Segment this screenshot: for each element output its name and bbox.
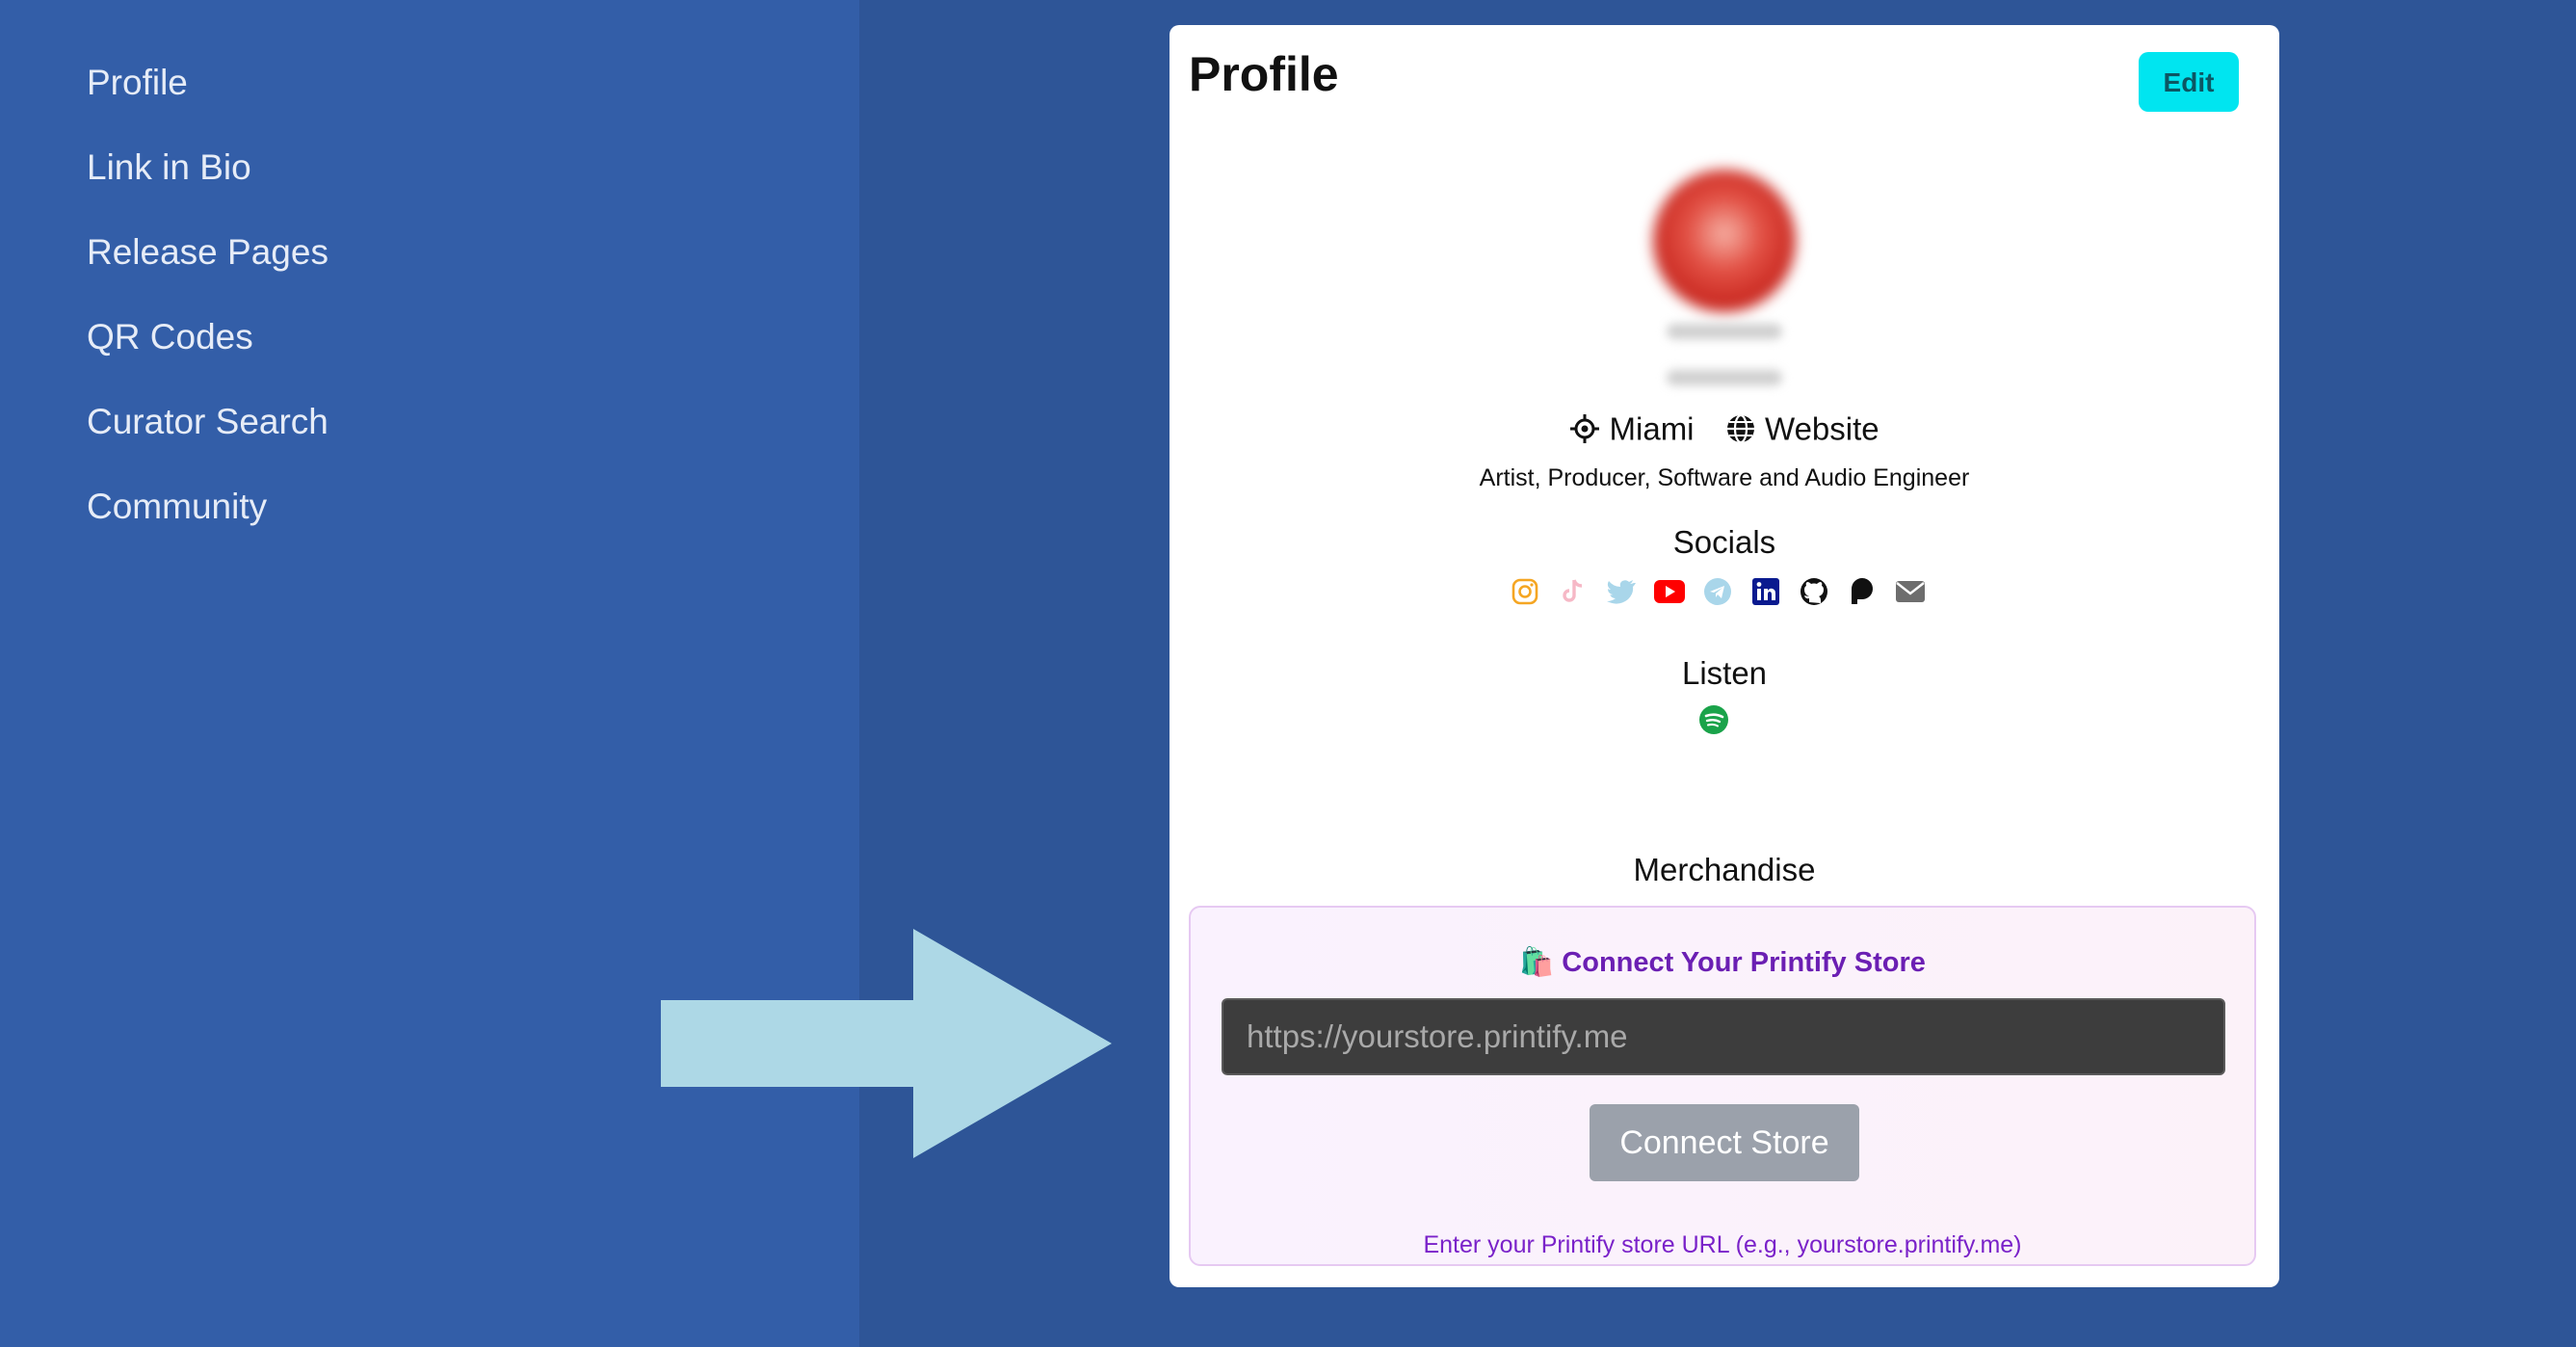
sidebar-item-link-in-bio[interactable]: Link in Bio: [87, 141, 329, 225]
listen-heading: Listen: [1681, 655, 1768, 691]
twitter-icon[interactable]: [1605, 575, 1638, 608]
listen-row: [1697, 703, 1746, 740]
sidebar-item-community[interactable]: Community: [87, 480, 329, 565]
sidebar-nav: Profile Link in Bio Release Pages QR Cod…: [87, 56, 329, 565]
bio-text: Artist, Producer, Software and Audio Eng…: [1479, 464, 1970, 491]
app-page: Profile Link in Bio Release Pages QR Cod…: [0, 0, 2576, 1347]
merchandise-heading: Merchandise: [1633, 852, 1816, 887]
linkedin-icon[interactable]: [1749, 575, 1782, 608]
connect-store-button[interactable]: Connect Store: [1590, 1104, 1859, 1181]
location-website-row: Miami Website: [1170, 409, 2279, 447]
globe-icon[interactable]: [1725, 413, 1756, 444]
socials-row: [1509, 572, 1942, 611]
sidebar-item-curator-search[interactable]: Curator Search: [87, 395, 329, 480]
profile-card: Profile Edit Miami Website Artist, Produ…: [1170, 25, 2279, 1287]
blurred-display-name: [1667, 324, 1782, 339]
page-title: Profile: [1189, 47, 1339, 101]
printify-connect-panel: 🛍️ Connect Your Printify Store Connect S…: [1189, 906, 2256, 1266]
location-label: Miami: [1609, 410, 1695, 447]
socials-heading: Socials: [1672, 524, 1776, 560]
patreon-icon[interactable]: [1846, 575, 1879, 608]
tiktok-icon[interactable]: [1557, 575, 1590, 608]
printify-title: 🛍️ Connect Your Printify Store: [1191, 946, 2254, 979]
printify-store-url-input[interactable]: [1222, 998, 2225, 1075]
printify-hint-text: Enter your Printify store URL (e.g., you…: [1423, 1231, 2022, 1258]
pointer-arrow-icon: [661, 929, 1112, 1158]
sidebar-item-release-pages[interactable]: Release Pages: [87, 225, 329, 310]
shopping-bags-icon: 🛍️: [1519, 947, 1555, 978]
edit-button[interactable]: Edit: [2139, 52, 2239, 112]
email-icon[interactable]: [1894, 575, 1927, 608]
blurred-username: [1667, 370, 1782, 385]
sidebar-item-profile[interactable]: Profile: [87, 56, 329, 141]
sidebar-item-qr-codes[interactable]: QR Codes: [87, 310, 329, 395]
instagram-icon[interactable]: [1509, 575, 1541, 608]
avatar: [1653, 170, 1796, 312]
telegram-icon[interactable]: [1701, 575, 1734, 608]
printify-title-text: Connect Your Printify Store: [1562, 947, 1926, 978]
youtube-icon[interactable]: [1653, 575, 1686, 608]
spotify-icon[interactable]: [1697, 703, 1730, 736]
website-link[interactable]: Website: [1765, 410, 1879, 446]
github-icon[interactable]: [1798, 575, 1830, 608]
location-crosshair-icon: [1570, 414, 1600, 444]
